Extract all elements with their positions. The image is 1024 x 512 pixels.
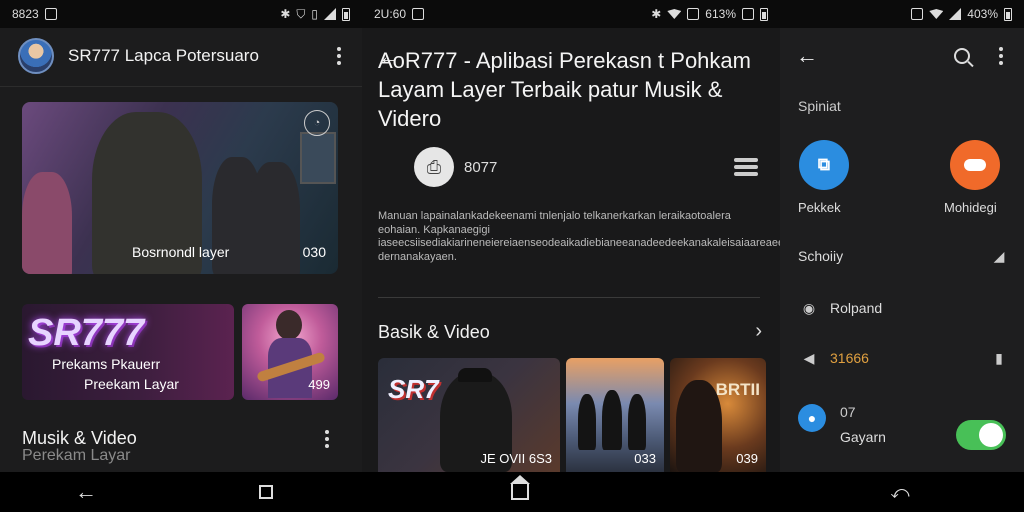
shield-icon: ⛉ xyxy=(296,7,306,21)
search-icon[interactable] xyxy=(954,48,970,64)
storage-icon[interactable] xyxy=(734,158,758,176)
back-arrow-icon[interactable]: ← xyxy=(66,472,106,512)
video-thumbnail[interactable]: 499 xyxy=(242,304,338,400)
vibrate-icon: ▯ xyxy=(311,7,318,21)
brand-logo: SR777 xyxy=(28,312,145,354)
bluetooth-icon: ✱ xyxy=(651,7,662,21)
app-label: Pekkek xyxy=(798,200,841,215)
trash-icon[interactable]: ▮ xyxy=(988,347,1010,369)
video-thumbnail[interactable]: BRTII 039 xyxy=(670,358,766,472)
status-bar: 2U:60 ✱ 613% xyxy=(362,0,780,28)
battery-percent: 403% xyxy=(967,7,998,21)
section-subtitle: Perekam Layar xyxy=(22,447,131,464)
contacts-icon[interactable]: ⧉ xyxy=(799,140,849,190)
page-title: SR777 Lapca Potersuaro xyxy=(68,46,259,65)
wall-screen xyxy=(300,132,336,184)
bluetooth-icon: ✱ xyxy=(280,7,291,21)
toolbar: ← xyxy=(796,43,1010,69)
battery-icon xyxy=(342,7,350,21)
brand-logo: BRTII xyxy=(715,380,760,399)
promo-line: Prekams Pkauerr xyxy=(52,356,161,372)
recents-icon[interactable] xyxy=(248,472,284,512)
back-arrow-icon[interactable]: ← xyxy=(796,43,954,69)
performer-figure xyxy=(22,172,72,274)
divider xyxy=(0,86,362,87)
app-icon[interactable]: ⎙ xyxy=(414,147,454,187)
guitarist-head xyxy=(276,310,302,340)
app-label: Mohidegi xyxy=(944,200,997,215)
item-label: Schoiiy xyxy=(798,248,844,264)
divider xyxy=(378,297,760,298)
notification-icon xyxy=(412,8,425,20)
featured-video-card[interactable]: ◔ Bosrnondl layer 030 xyxy=(22,102,338,274)
cast-status-icon xyxy=(687,8,700,20)
wifi-icon xyxy=(929,9,944,19)
screen-two: 2U:60 ✱ 613% ← AoR777 - Aplibasi Perekas… xyxy=(362,0,780,472)
cast-icon[interactable]: ◔ xyxy=(304,110,330,136)
video-caption: Bosrnondl layer xyxy=(132,244,230,260)
section-title: Basik & Video xyxy=(378,322,490,342)
video-duration: 499 xyxy=(308,377,330,392)
list-item-schedule[interactable]: Schoiiy ◢ xyxy=(798,244,1010,268)
screen-three: 403% ← Spiniat ⧉ Pekkek Mohidegi Schoiiy… xyxy=(780,0,1024,472)
setting-toggle[interactable] xyxy=(956,420,1006,450)
battery-percent: 613% xyxy=(705,7,736,21)
section-title: Musik & Video xyxy=(22,428,137,448)
more-options-icon[interactable] xyxy=(992,47,1010,65)
person-figure xyxy=(602,390,622,450)
app-name: 8077 xyxy=(464,158,498,176)
app-info-row: ⎙ 8077 xyxy=(414,147,758,187)
more-options-icon[interactable] xyxy=(318,430,336,448)
cap xyxy=(458,368,492,382)
sim-icon xyxy=(742,8,754,20)
more-options-icon[interactable] xyxy=(330,47,348,65)
chevron-right-icon[interactable]: › xyxy=(755,320,762,343)
notification-icon xyxy=(911,8,924,20)
eye-icon: ◉ xyxy=(802,299,816,316)
feather-icon: ◢ xyxy=(993,247,1005,264)
screen-one: 8823 ✱ ⛉ ▯ SR777 Lapca Potersuaro ◔ Bosr… xyxy=(0,0,362,472)
battery-icon xyxy=(1004,7,1012,21)
item-label: 31666 xyxy=(830,350,869,366)
status-bar: 8823 ✱ ⛉ ▯ xyxy=(0,0,362,28)
video-thumbnail[interactable]: 033 xyxy=(566,358,664,472)
status-time: 8823 xyxy=(12,7,39,21)
item-number: 07 xyxy=(840,404,856,420)
battery-icon xyxy=(760,7,768,21)
list-item[interactable]: ◀ 31666 ▮ xyxy=(798,346,1010,370)
signal-icon xyxy=(324,8,336,20)
performer-figure xyxy=(250,162,300,274)
brand-logo: SR7 xyxy=(388,374,439,404)
list-item[interactable]: ◉ Rolpand xyxy=(798,296,1010,320)
navigation-bar: ← ⤺ xyxy=(0,472,1024,512)
person-figure xyxy=(578,394,596,450)
info-icon: ● xyxy=(798,404,826,432)
wifi-icon xyxy=(667,9,682,19)
video-caption: 033 xyxy=(634,451,656,466)
section-header: Spiniat xyxy=(798,98,841,114)
home-icon[interactable] xyxy=(500,472,540,512)
video-caption: JE OVII 6S3 xyxy=(480,451,552,466)
signal-icon xyxy=(949,8,962,20)
artist-figure xyxy=(676,380,722,472)
chat-bubble-icon[interactable] xyxy=(950,140,1000,190)
back-arrow-icon[interactable]: ⤺ xyxy=(880,472,920,512)
avatar[interactable] xyxy=(18,38,54,74)
speaker-icon: ◀ xyxy=(803,349,815,366)
video-duration: 030 xyxy=(302,244,326,260)
notification-icon xyxy=(44,8,57,20)
app-header: SR777 Lapca Potersuaro xyxy=(18,36,348,76)
video-thumbnail[interactable]: SR7 JE OVII 6S3 xyxy=(378,358,560,472)
page-title: AoR777 - Aplibasi Perekasn t Pohkam Laya… xyxy=(378,48,751,131)
status-time: 2U:60 xyxy=(374,7,407,21)
item-label: Gayarn xyxy=(840,429,886,445)
video-caption: 039 xyxy=(736,451,758,466)
item-label: Rolpand xyxy=(830,300,883,316)
promo-tile[interactable]: SR777 Prekams Pkauerr Preekam Layar xyxy=(22,304,234,400)
person-figure xyxy=(628,394,646,450)
status-bar: 403% xyxy=(780,0,1024,28)
app-description: Manuan lapainalankadekeenami tnlenjalo t… xyxy=(378,210,780,263)
promo-line: Preekam Layar xyxy=(84,376,179,392)
